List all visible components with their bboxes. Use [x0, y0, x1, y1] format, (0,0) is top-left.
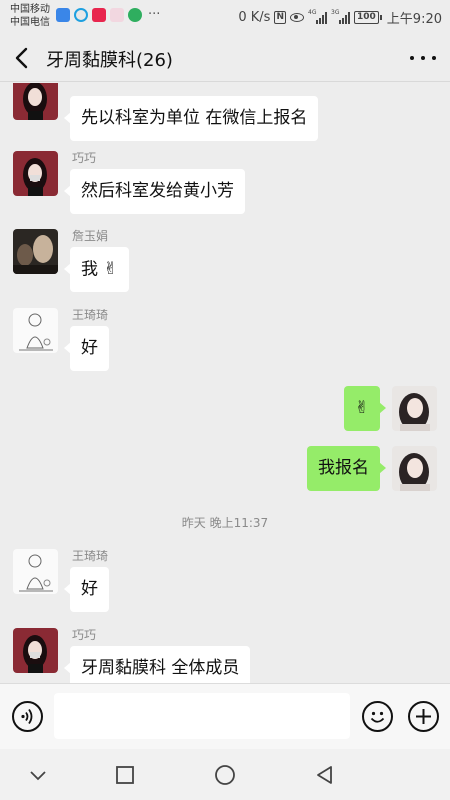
voice-icon	[21, 708, 33, 725]
avatar[interactable]	[13, 549, 58, 594]
my-avatar[interactable]	[392, 446, 437, 491]
sender-name: 巧巧	[72, 151, 97, 165]
app-notification-icon	[110, 8, 124, 22]
notification-icons: ···	[56, 8, 160, 22]
victory-hand-emoji-icon: ✌	[354, 398, 369, 418]
clock: 上午9:20	[386, 12, 442, 27]
system-status: 0 K/s N 4G 3G 100 上午9:20	[238, 8, 442, 28]
sender-name: 詹玉娟	[72, 229, 109, 243]
recent-apps-button[interactable]	[111, 761, 139, 789]
message-bubble[interactable]: ✌	[343, 386, 387, 431]
message-input[interactable]	[54, 693, 350, 739]
chevron-left-icon	[15, 47, 28, 69]
app-notification-icon	[56, 8, 70, 22]
chat-messages[interactable]: 先以科室为单位 在微信上报名 巧巧 然后科室发给黄小芳 詹玉娟 我 ✌ 王琦琦 …	[0, 83, 450, 683]
message-bubble[interactable]: 牙周黏膜科 全体成员	[63, 646, 251, 683]
carrier-1: 中国移动	[10, 4, 50, 15]
carrier-2: 中国电信	[10, 17, 50, 28]
triangle-back-icon	[317, 766, 332, 784]
carrier-info: 中国移动 中国电信	[10, 3, 50, 29]
back-button[interactable]	[10, 45, 36, 71]
message-bubble[interactable]: 好	[64, 567, 109, 612]
eye-comfort-icon	[290, 13, 304, 22]
system-back-button[interactable]	[311, 761, 339, 789]
message-bubble[interactable]: 我 ✌	[64, 247, 129, 292]
network-type-label: 4G	[308, 8, 317, 16]
message-bubble[interactable]: 先以科室为单位 在微信上报名	[63, 96, 319, 141]
system-nav-bar	[0, 749, 450, 800]
avatar[interactable]	[13, 628, 58, 673]
chat-header: 牙周黏膜科(26)	[0, 34, 450, 82]
signal-icon: 4G	[308, 8, 327, 24]
battery-icon: 100	[354, 11, 382, 24]
app-notification-icon	[92, 8, 106, 22]
more-button[interactable]	[410, 47, 436, 69]
hide-nav-button[interactable]	[24, 761, 52, 789]
message-bubble[interactable]: 我报名	[307, 446, 386, 491]
input-bar	[0, 683, 450, 749]
timestamp: 昨天 晚上11:37	[181, 516, 269, 530]
circle-icon	[215, 765, 235, 785]
app-notification-icon	[74, 8, 88, 22]
network-type-label: 3G	[331, 8, 340, 16]
app-notification-icon	[128, 8, 142, 22]
smiley-icon	[370, 711, 385, 723]
my-avatar[interactable]	[392, 386, 437, 431]
victory-hand-emoji-icon: ✌	[103, 259, 118, 279]
square-icon	[116, 766, 134, 784]
signal-icon: 3G	[331, 8, 350, 24]
chat-title: 牙周黏膜科(26)	[46, 50, 173, 71]
nfc-icon: N	[274, 11, 286, 24]
home-button[interactable]	[211, 761, 239, 789]
sender-name: 王琦琦	[72, 549, 109, 563]
more-functions-button[interactable]	[408, 701, 439, 732]
message-text: 我	[81, 259, 98, 280]
message-bubble[interactable]: 然后科室发给黄小芳	[64, 169, 245, 214]
more-dots-icon	[410, 56, 414, 60]
sender-name: 巧巧	[72, 628, 97, 642]
emoji-button[interactable]	[362, 701, 393, 732]
sender-name: 王琦琦	[72, 308, 109, 322]
chevron-down-icon	[30, 771, 46, 781]
network-speed: 0 K/s	[238, 10, 271, 25]
avatar[interactable]	[13, 229, 58, 274]
more-notifications: ···	[148, 7, 161, 22]
plus-icon	[416, 709, 431, 724]
message-bubble[interactable]: 好	[64, 326, 109, 371]
status-bar: 中国移动 中国电信 ··· 0 K/s N 4G 3G 100 上午9:20	[0, 0, 450, 34]
avatar[interactable]	[13, 151, 58, 196]
voice-button[interactable]	[12, 701, 43, 732]
avatar[interactable]	[13, 83, 58, 120]
avatar[interactable]	[13, 308, 58, 353]
